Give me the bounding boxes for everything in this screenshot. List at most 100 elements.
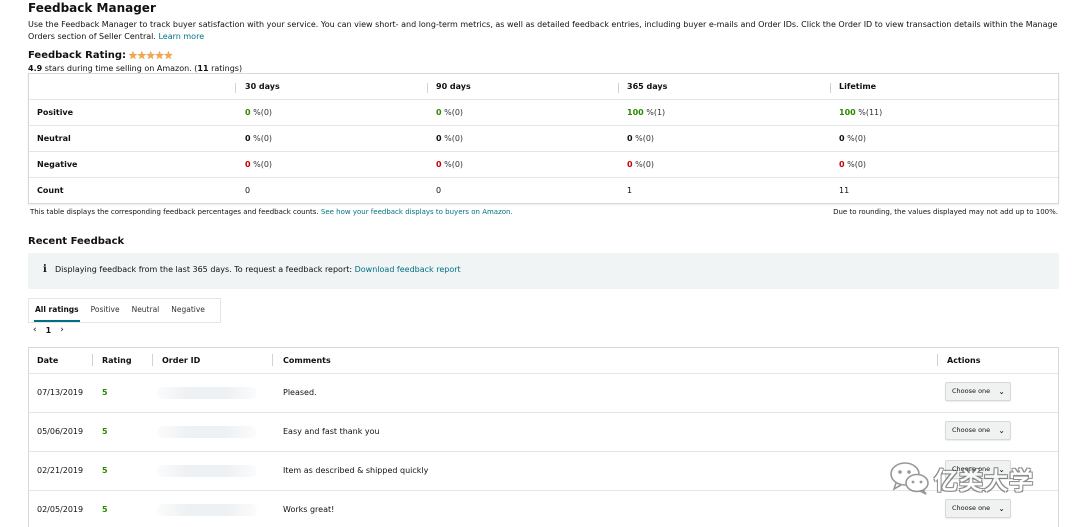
count-90-days: 0 (436, 186, 442, 195)
negative-30-days: 0 %(0) (245, 152, 272, 178)
chevron-right-icon[interactable]: › (60, 325, 64, 335)
rating-count: 11 (197, 64, 209, 73)
watermark: 亿类大学 (888, 457, 1058, 499)
positive-90-days: 0 %(0) (436, 100, 463, 126)
tab-all-ratings[interactable]: All ratings (29, 298, 85, 323)
col-365-days: 365 days (627, 82, 668, 91)
star-icon: ★ (163, 49, 174, 62)
summary-row-neutral: Neutral 0 %(0) 0 %(0) 0 %(0) 0 %(0) (29, 126, 1058, 152)
feedback-date: 02/05/2019 (37, 505, 84, 514)
star-icon: ★ (128, 49, 138, 62)
col-30-days: 30 days (245, 82, 280, 91)
neutral-90-days: 0 %(0) (436, 126, 463, 152)
download-report-link[interactable]: Download feedback report (355, 265, 461, 274)
order-id-redacted[interactable] (157, 426, 257, 438)
column-divider (618, 83, 619, 93)
negative-lifetime: 0 %(0) (839, 152, 866, 178)
feedback-date: 05/06/2019 (37, 427, 84, 436)
star-icon: ★ (145, 49, 156, 62)
value-percent: %(0) (441, 160, 464, 169)
col-lifetime: Lifetime (839, 82, 877, 91)
order-id-redacted[interactable] (157, 504, 257, 516)
feedback-comment: Works great! (283, 505, 335, 514)
action-dropdown[interactable]: Choose one ⌄ (945, 499, 1011, 518)
learn-more-link[interactable]: Learn more (158, 32, 204, 41)
count-30-days: 0 (245, 186, 251, 195)
rating-filter-tabs: All ratings Positive Neutral Negative (28, 298, 221, 323)
column-divider (235, 83, 236, 93)
feedback-date: 07/13/2019 (37, 388, 84, 397)
order-id-redacted[interactable] (157, 387, 257, 399)
row-label-count: Count (37, 186, 64, 195)
count-lifetime: 11 (839, 186, 850, 195)
row-label-neutral: Neutral (37, 134, 71, 143)
action-dropdown[interactable]: Choose one ⌄ (945, 382, 1011, 401)
tab-neutral[interactable]: Neutral (126, 298, 166, 323)
rounding-note: Due to rounding, the values displayed ma… (833, 208, 1058, 216)
chevron-down-icon: ⌄ (998, 426, 1005, 435)
neutral-30-days: 0 %(0) (245, 126, 272, 152)
positive-lifetime: 100 %(11) (839, 100, 882, 126)
rating-summary-text: 4.9 stars during time selling on Amazon.… (28, 64, 242, 73)
chevron-left-icon[interactable]: ‹ (33, 325, 37, 335)
column-divider (272, 354, 273, 366)
feedback-date: 02/21/2019 (37, 466, 84, 475)
table-row: 05/06/2019 5 Easy and fast thank you Cho… (29, 413, 1058, 452)
rating-score: 4.9 (28, 64, 43, 73)
summary-table-note: This table displays the corresponding fe… (30, 208, 513, 216)
feedback-summary-table: 30 days 90 days 365 days Lifetime Positi… (28, 73, 1059, 204)
rating-sub-mid: stars during time selling on Amazon. ( (42, 64, 198, 73)
star-icon: ★ (136, 49, 147, 62)
table-row: 07/13/2019 5 Pleased. Choose one ⌄ (29, 374, 1058, 413)
chevron-down-icon: ⌄ (998, 504, 1005, 513)
page-title: Feedback Manager (28, 1, 156, 15)
feedback-rating: 5 (102, 466, 108, 475)
summary-row-count: Count 0 0 1 11 (29, 178, 1058, 204)
value-number: 100 (839, 108, 856, 117)
value-percent: %(0) (441, 108, 464, 117)
column-divider (830, 83, 831, 93)
col-90-days: 90 days (436, 82, 471, 91)
feedback-comment: Pleased. (283, 388, 317, 397)
tab-positive[interactable]: Positive (85, 298, 126, 323)
action-dropdown-label: Choose one (952, 504, 991, 512)
star-icon: ★ (154, 49, 165, 62)
feedback-rating: 5 (102, 427, 108, 436)
action-dropdown[interactable]: Choose one ⌄ (945, 421, 1011, 440)
column-divider (427, 83, 428, 93)
column-divider (937, 354, 938, 366)
wechat-icon (890, 462, 929, 495)
rating-sub-end: ratings) (208, 64, 243, 73)
feedback-table: Date Rating Order ID Comments Actions 07… (28, 347, 1059, 527)
info-icon: i (43, 264, 47, 275)
info-message: Displaying feedback from the last 365 da… (55, 265, 353, 274)
recent-feedback-title: Recent Feedback (28, 236, 125, 247)
tab-negative[interactable]: Negative (165, 298, 211, 323)
order-id-redacted[interactable] (157, 465, 257, 477)
page-intro: Use the Feedback Manager to track buyer … (28, 19, 1058, 43)
value-percent: %(1) (643, 108, 666, 117)
value-percent: %(0) (441, 134, 464, 143)
summary-header-row: 30 days 90 days 365 days Lifetime (29, 74, 1058, 100)
summary-note-text: This table displays the corresponding fe… (30, 208, 319, 216)
rating-stars: ★ ★ ★ ★ ★ (128, 49, 174, 62)
value-percent: %(0) (844, 160, 867, 169)
summary-row-positive: Positive 0 %(0) 0 %(0) 100 %(1) 100 %(11… (29, 100, 1058, 126)
watermark-text: 亿类大学 (934, 467, 1034, 495)
value-number: 100 (627, 108, 644, 117)
pagination: ‹ 1 › (33, 325, 64, 335)
action-dropdown-label: Choose one (952, 387, 991, 395)
neutral-365-days: 0 %(0) (627, 126, 654, 152)
neutral-lifetime: 0 %(0) (839, 126, 866, 152)
feedback-comment: Easy and fast thank you (283, 427, 380, 436)
current-page[interactable]: 1 (46, 326, 52, 335)
buyer-display-link[interactable]: See how your feedback displays to buyers… (321, 208, 513, 216)
column-divider (152, 354, 153, 366)
feedback-rating: 5 (102, 505, 108, 514)
header-rating: Rating (102, 356, 132, 365)
value-percent: %(0) (250, 134, 273, 143)
value-percent: %(0) (632, 134, 655, 143)
action-dropdown-label: Choose one (952, 426, 991, 434)
positive-30-days: 0 %(0) (245, 100, 272, 126)
negative-365-days: 0 %(0) (627, 152, 654, 178)
